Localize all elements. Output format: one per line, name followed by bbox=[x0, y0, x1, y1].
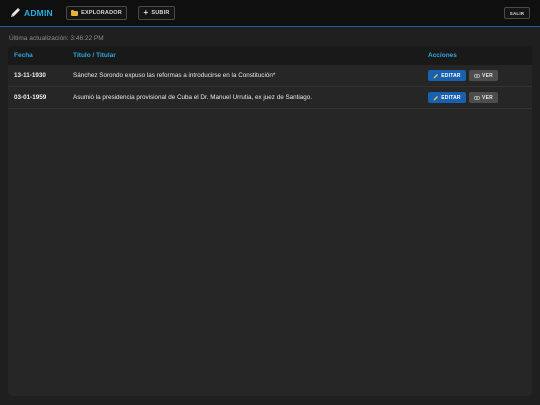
top-navbar: ADMIN EXPLORADOR + SUBIR SALIR bbox=[0, 0, 540, 27]
plus-icon: + bbox=[143, 8, 149, 17]
edit-button-label: EDITAR bbox=[441, 72, 461, 79]
view-button-label: VER bbox=[482, 94, 493, 101]
row-actions: EDITAR VER bbox=[428, 92, 498, 103]
row-date: 13-11-1930 bbox=[14, 72, 46, 79]
eye-icon bbox=[474, 73, 481, 78]
logout-button[interactable]: SALIR bbox=[504, 7, 530, 19]
edit-button[interactable]: EDITAR bbox=[428, 92, 466, 103]
pencil-icon bbox=[11, 8, 20, 17]
explorer-button[interactable]: EXPLORADOR bbox=[66, 6, 127, 20]
brand-logo[interactable]: ADMIN bbox=[9, 7, 53, 19]
explorer-button-label: EXPLORADOR bbox=[81, 10, 122, 16]
last-updated-label: Última actualización: bbox=[9, 35, 69, 42]
edit-button-label: EDITAR bbox=[441, 94, 461, 101]
table-row: 13-11-1930 Sánchez Sorondo expuso las re… bbox=[8, 65, 532, 87]
table-header: Fecha Título / Titular Acciones bbox=[8, 46, 532, 65]
logout-button-label: SALIR bbox=[509, 10, 525, 16]
upload-button[interactable]: + SUBIR bbox=[138, 6, 175, 20]
column-header-title: Título / Titular bbox=[73, 52, 116, 59]
view-button-label: VER bbox=[482, 72, 493, 79]
records-table: Fecha Título / Titular Acciones 13-11-19… bbox=[8, 46, 532, 396]
row-date: 03-01-1959 bbox=[14, 94, 47, 101]
row-title: Sánchez Sorondo expuso las reformas a in… bbox=[73, 72, 276, 79]
upload-button-label: SUBIR bbox=[151, 10, 170, 16]
column-header-actions: Acciones bbox=[428, 52, 457, 59]
last-updated-time: 3:46:22 PM bbox=[70, 35, 104, 42]
edit-button[interactable]: EDITAR bbox=[428, 70, 466, 81]
view-button[interactable]: VER bbox=[469, 70, 498, 81]
table-row: 03-01-1959 Asumió la presidencia provisi… bbox=[8, 87, 532, 109]
last-updated: Última actualización: 3:46:22 PM bbox=[9, 35, 104, 42]
row-title: Asumió la presidencia provisional de Cub… bbox=[73, 94, 313, 101]
pencil-icon bbox=[433, 73, 439, 78]
eye-icon bbox=[474, 95, 481, 100]
folder-icon bbox=[71, 9, 79, 16]
pencil-icon bbox=[433, 95, 439, 100]
row-actions: EDITAR VER bbox=[428, 70, 498, 81]
brand-title: ADMIN bbox=[24, 8, 53, 18]
column-header-date: Fecha bbox=[14, 52, 33, 59]
view-button[interactable]: VER bbox=[469, 92, 498, 103]
